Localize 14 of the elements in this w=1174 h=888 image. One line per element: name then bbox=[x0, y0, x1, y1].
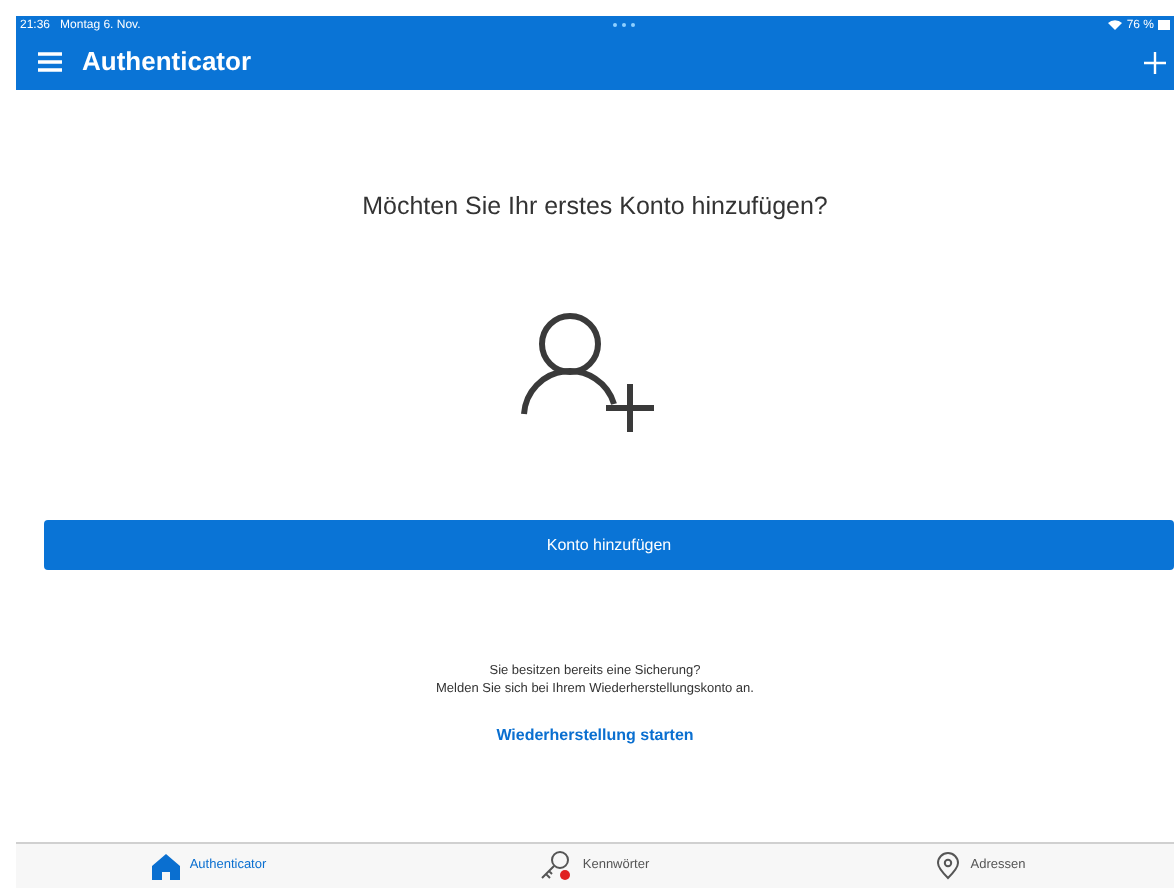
key-icon bbox=[540, 850, 573, 882]
menu-button[interactable] bbox=[38, 52, 62, 72]
location-pin-icon bbox=[936, 852, 961, 880]
wifi-icon bbox=[1108, 20, 1123, 30]
restore-link[interactable]: Wiederherstellung starten bbox=[496, 724, 694, 749]
plus-icon bbox=[1144, 51, 1166, 73]
add-button[interactable] bbox=[1144, 51, 1166, 73]
home-icon bbox=[151, 853, 180, 879]
menu-icon bbox=[38, 52, 62, 72]
prompt-text: Möchten Sie Ihr erstes Konto hinzufügen? bbox=[362, 190, 828, 224]
battery-icon bbox=[1158, 20, 1170, 30]
more-dots-icon bbox=[612, 22, 637, 28]
app-title: Authenticator bbox=[82, 44, 251, 81]
add-account-button[interactable]: Konto hinzufügen bbox=[44, 520, 1174, 571]
